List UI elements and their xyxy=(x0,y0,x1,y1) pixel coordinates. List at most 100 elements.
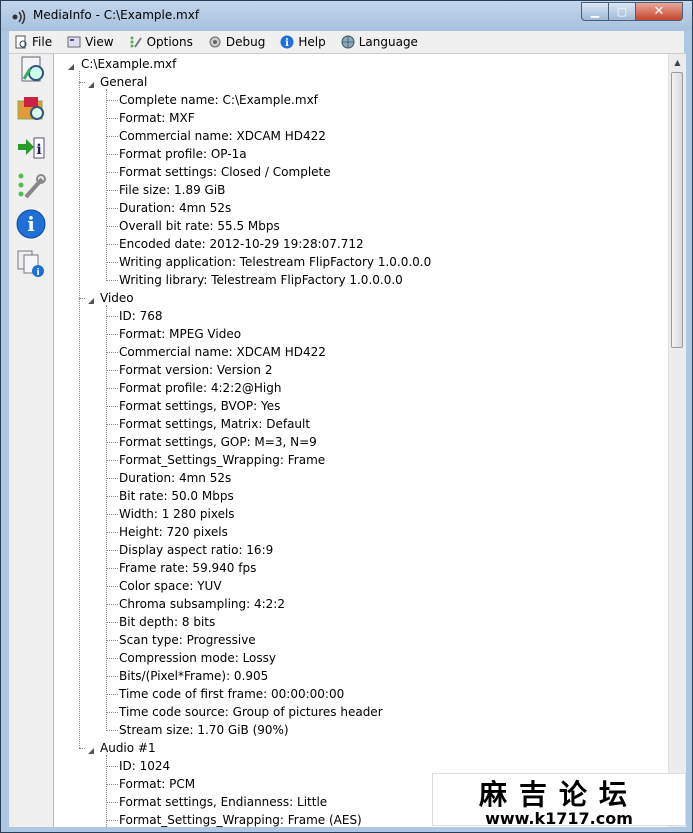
window-title: MediaInfo - C:\Example.mxf xyxy=(33,8,200,22)
tree-item[interactable]: Bits/(Pixel*Frame): 0.905 xyxy=(119,667,268,685)
file-menu-icon xyxy=(13,34,29,50)
tree-connector-line xyxy=(106,712,118,713)
menu-view[interactable]: View xyxy=(62,34,114,50)
tree-item[interactable]: Complete name: C:\Example.mxf xyxy=(119,91,318,109)
tree-item[interactable]: Commercial name: XDCAM HD422 xyxy=(119,343,326,361)
tree-connector-line xyxy=(106,622,118,623)
tree-item[interactable]: File size: 1.89 GiB xyxy=(119,181,225,199)
tree-connector-line xyxy=(106,478,118,479)
tree-connector-line xyxy=(106,442,118,443)
tree-item[interactable]: Stream size: 1.70 GiB (90%) xyxy=(119,721,289,739)
tree-item[interactable]: Overall bit rate: 55.5 Mbps xyxy=(119,217,280,235)
preferences-button[interactable] xyxy=(15,172,47,204)
tree-item[interactable]: Format settings, BVOP: Yes xyxy=(119,397,280,415)
tree-item[interactable]: Duration: 4mn 52s xyxy=(119,199,231,217)
close-button[interactable]: ✕ xyxy=(635,2,683,21)
tree-item[interactable]: Frame rate: 59.940 fps xyxy=(119,559,256,577)
tree-item[interactable]: Format_Settings_Wrapping: Frame (AES) xyxy=(119,811,362,827)
menu-options-label: Options xyxy=(146,35,193,49)
svg-text:i: i xyxy=(27,212,35,236)
tree-item[interactable]: Encoded date: 2012-10-29 19:28:07.712 xyxy=(119,235,364,253)
tree-item[interactable]: Format version: Version 2 xyxy=(119,361,273,379)
tree-connector-line xyxy=(106,370,118,371)
tree-connector-line xyxy=(106,658,118,659)
tree-connector-line xyxy=(106,676,118,677)
tree-connector-line xyxy=(106,208,118,209)
tree-connector-line xyxy=(106,305,107,731)
tree-item[interactable]: Format settings, Matrix: Default xyxy=(119,415,310,433)
tree-item[interactable]: Color space: YUV xyxy=(119,577,222,595)
tree-item[interactable]: Writing library: Telestream FlipFactory … xyxy=(119,271,403,289)
scroll-up-button[interactable]: ▲ xyxy=(669,54,686,71)
tree-item[interactable]: Compression mode: Lossy xyxy=(119,649,276,667)
menu-debug[interactable]: Debug xyxy=(203,34,265,50)
tree-item[interactable]: Format: PCM xyxy=(119,775,195,793)
info-button[interactable]: i xyxy=(15,209,47,242)
menu-language-label: Language xyxy=(358,35,418,49)
tree-connector-line xyxy=(106,424,118,425)
language-menu-icon xyxy=(340,34,356,50)
tree-connector-line xyxy=(106,766,118,767)
open-folder-icon xyxy=(16,93,46,127)
tree-root-node[interactable]: C:\Example.mxf xyxy=(81,55,176,73)
menu-file[interactable]: File xyxy=(9,34,52,50)
tree-item[interactable]: Height: 720 pixels xyxy=(119,523,228,541)
expand-section-icon[interactable] xyxy=(87,78,95,88)
tree-item[interactable]: Format profile: OP-1a xyxy=(119,145,247,163)
tree-item[interactable]: Format settings, Endianness: Little xyxy=(119,793,327,811)
tree-item[interactable]: Format: MPEG Video xyxy=(119,325,241,343)
menu-language[interactable]: Language xyxy=(336,34,418,50)
scroll-thumb[interactable] xyxy=(671,72,683,348)
tree-item[interactable]: Writing application: Telestream FlipFact… xyxy=(119,253,431,271)
tree-connector-line xyxy=(106,604,118,605)
maximize-button[interactable]: ▢ xyxy=(608,2,636,21)
export-button[interactable]: i xyxy=(15,134,47,166)
tree-item[interactable]: ID: 1024 xyxy=(119,757,170,775)
tree-connector-line xyxy=(106,586,118,587)
tree-connector-line xyxy=(106,388,118,389)
menu-help[interactable]: i Help xyxy=(275,34,326,50)
tree-section-node[interactable]: General xyxy=(100,73,147,91)
tree-item[interactable]: Format: MXF xyxy=(119,109,195,127)
tree-section-node[interactable]: Audio #1 xyxy=(100,739,156,757)
options-menu-icon xyxy=(128,34,144,50)
open-file-button[interactable] xyxy=(15,56,47,88)
help-menu-icon: i xyxy=(279,34,295,50)
title-bar[interactable]: MediaInfo - C:\Example.mxf ▁ ▢ ✕ xyxy=(1,1,692,31)
minimize-button[interactable]: ▁ xyxy=(581,2,609,21)
vertical-scrollbar[interactable]: ▲ xyxy=(668,54,686,827)
info-tree[interactable]: C:\Example.mxf General Complete name: C:\E… xyxy=(55,54,663,827)
tree-connector-line xyxy=(106,262,118,263)
tree-item[interactable]: Time code source: Group of pictures head… xyxy=(119,703,383,721)
menu-options[interactable]: Options xyxy=(124,34,193,50)
tree-item[interactable]: Duration: 4mn 52s xyxy=(119,469,231,487)
tree-connector-line xyxy=(106,154,118,155)
tree-connector-line xyxy=(106,550,118,551)
tree-item[interactable]: ID: 768 xyxy=(119,307,163,325)
tree-item[interactable]: Bit depth: 8 bits xyxy=(119,613,215,631)
mediainfo-app-icon[interactable] xyxy=(11,9,27,25)
expand-root-icon[interactable] xyxy=(67,60,75,70)
tree-connector-line xyxy=(79,71,80,748)
tree-item[interactable]: Display aspect ratio: 16:9 xyxy=(119,541,273,559)
tree-connector-line xyxy=(106,730,118,731)
tree-connector-line xyxy=(106,190,118,191)
tree-connector-line xyxy=(106,406,118,407)
tree-item[interactable]: Format_Settings_Wrapping: Frame xyxy=(119,451,325,469)
tree-item[interactable]: Scan type: Progressive xyxy=(119,631,256,649)
tree-item[interactable]: Chroma subsampling: 4:2:2 xyxy=(119,595,285,613)
expand-section-icon[interactable] xyxy=(87,294,95,304)
open-folder-button[interactable] xyxy=(15,94,47,126)
tree-connector-line xyxy=(106,694,118,695)
tree-item[interactable]: Time code of first frame: 00:00:00:00 xyxy=(119,685,344,703)
about-button[interactable]: i xyxy=(15,250,47,282)
tree-item[interactable]: Format profile: 4:2:2@High xyxy=(119,379,281,397)
tree-item[interactable]: Format settings: Closed / Complete xyxy=(119,163,331,181)
tree-item[interactable]: Width: 1 280 pixels xyxy=(119,505,235,523)
tree-item[interactable]: Format settings, GOP: M=3, N=9 xyxy=(119,433,317,451)
expand-section-icon[interactable] xyxy=(87,744,95,754)
svg-text:i: i xyxy=(285,38,289,49)
tree-connector-line xyxy=(106,244,118,245)
tree-item[interactable]: Commercial name: XDCAM HD422 xyxy=(119,127,326,145)
tree-item[interactable]: Bit rate: 50.0 Mbps xyxy=(119,487,234,505)
